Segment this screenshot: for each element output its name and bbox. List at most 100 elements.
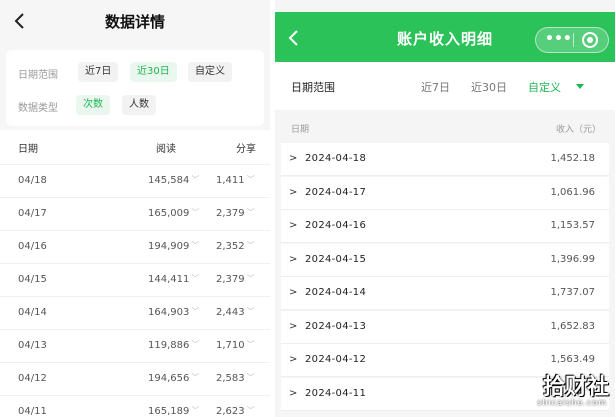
data-detail-panel: 数据详情 日期范围 近7日 近30日 自定义 数据类型 次数 人数 日期 阅读 … <box>0 0 270 417</box>
chevron-down-icon: ﹀ <box>191 241 200 250</box>
chevron-down-icon: ﹀ <box>191 406 200 415</box>
right-header: 账户收入明细 ••• <box>275 12 615 62</box>
watermark-url: shicaishe.com <box>537 398 607 407</box>
read-value: 194,909 <box>148 241 190 252</box>
table-row[interactable]: 04/14 164,903 ﹀ 2,443 ﹀ <box>0 296 270 329</box>
row-read: 145,584 ﹀ <box>148 175 199 186</box>
share-value: 2,379 <box>216 208 245 219</box>
date-range-label: 日期范围 <box>18 70 58 81</box>
chevron-right-icon: > <box>289 354 298 365</box>
row-read: 164,903 ﹀ <box>148 307 199 318</box>
left-header: 数据详情 <box>0 0 270 44</box>
chip-people[interactable]: 人数 <box>122 95 156 115</box>
chevron-down-icon: ﹀ <box>191 175 200 184</box>
table-row[interactable]: 04/15 144,411 ﹀ 2,379 ﹀ <box>0 263 270 296</box>
row-date: 2024-04-14 <box>305 287 367 298</box>
row-date: 04/12 <box>18 373 47 384</box>
chevron-down-icon: ﹀ <box>246 406 255 415</box>
chip-custom[interactable]: 自定义 <box>188 62 232 82</box>
row-share: 2,352 ﹀ <box>216 241 255 252</box>
row-date: 04/17 <box>18 208 47 219</box>
row-amount: 1,737.07 <box>550 287 595 298</box>
row-read: 119,886 ﹀ <box>148 340 199 351</box>
row-share: 2,379 ﹀ <box>216 274 255 285</box>
row-date: 04/16 <box>18 241 47 252</box>
chevron-right-icon: > <box>289 220 298 231</box>
col-date: 日期 <box>291 125 310 135</box>
row-share: 2,623 ﹀ <box>216 406 255 417</box>
list-item[interactable]: >2024-04-13 1,652.83 <box>281 311 609 344</box>
chevron-down-icon: ﹀ <box>191 307 200 316</box>
row-date: 04/11 <box>18 406 47 417</box>
share-value: 2,623 <box>216 406 245 417</box>
col-share: 分享 <box>236 144 256 155</box>
chevron-down-icon: ﹀ <box>191 340 200 349</box>
mini-program-capsule: ••• <box>535 27 609 53</box>
row-date: 2024-04-11 <box>305 388 367 399</box>
left-filter-area: 日期范围 近7日 近30日 自定义 数据类型 次数 人数 <box>0 44 270 130</box>
row-date: 2024-04-13 <box>305 321 367 332</box>
row-date: 04/15 <box>18 274 47 285</box>
capsule-divider <box>573 33 574 47</box>
row-date: 04/14 <box>18 307 47 318</box>
read-value: 165,189 <box>148 406 190 417</box>
table-row[interactable]: 04/13 119,886 ﹀ 1,710 ﹀ <box>0 329 270 362</box>
chevron-down-icon: ﹀ <box>246 175 255 184</box>
chip-30-days[interactable]: 近30日 <box>130 62 177 82</box>
chevron-right-icon: > <box>289 321 298 332</box>
col-date: 日期 <box>18 144 38 155</box>
right-filter-bar: 日期范围 近7日 近30日 自定义 <box>275 62 615 110</box>
table-row[interactable]: 04/18 145,584 ﹀ 1,411 ﹀ <box>0 164 270 197</box>
table-row[interactable]: 04/11 165,189 ﹀ 2,623 ﹀ <box>0 395 270 417</box>
list-item[interactable]: >2024-04-17 1,061.96 <box>281 177 609 210</box>
chevron-down-icon: ﹀ <box>191 208 200 217</box>
chevron-right-icon: > <box>289 187 298 198</box>
table-row[interactable]: 04/16 194,909 ﹀ 2,352 ﹀ <box>0 230 270 263</box>
row-share: 2,379 ﹀ <box>216 208 255 219</box>
chip-7-days[interactable]: 近7日 <box>78 62 119 82</box>
row-amount: 1,452.18 <box>550 153 595 164</box>
share-value: 2,379 <box>216 274 245 285</box>
read-value: 144,411 <box>148 274 190 285</box>
option-30-days[interactable]: 近30日 <box>471 79 507 95</box>
share-value: 2,583 <box>216 373 245 384</box>
list-item[interactable]: >2024-04-14 1,737.07 <box>281 277 609 310</box>
list-item[interactable]: >2024-04-18 1,452.18 <box>281 143 609 176</box>
read-value: 119,886 <box>148 340 190 351</box>
dropdown-triangle-icon[interactable] <box>576 84 584 89</box>
share-value: 1,411 <box>216 175 245 186</box>
date-range-label: 日期范围 <box>291 81 335 94</box>
row-read: 194,909 ﹀ <box>148 241 199 252</box>
read-value: 145,584 <box>148 175 190 186</box>
chevron-down-icon: ﹀ <box>246 241 255 250</box>
row-amount: 1,563.49 <box>550 354 595 365</box>
target-close-icon[interactable] <box>582 32 598 48</box>
option-7-days[interactable]: 近7日 <box>421 79 450 95</box>
list-item[interactable]: >2024-04-15 1,396.99 <box>281 244 609 277</box>
read-value: 165,009 <box>148 208 190 219</box>
income-detail-panel: 账户收入明细 ••• 日期范围 近7日 近30日 自定义 日期 收入（元） >2… <box>275 0 615 417</box>
row-amount: 1,652.83 <box>550 321 595 332</box>
row-date: 2024-04-16 <box>305 220 367 231</box>
chevron-right-icon: > <box>289 287 298 298</box>
share-value: 2,443 <box>216 307 245 318</box>
table-row[interactable]: 04/17 165,009 ﹀ 2,379 ﹀ <box>0 197 270 230</box>
option-custom[interactable]: 自定义 <box>528 79 561 95</box>
row-date: 04/13 <box>18 340 47 351</box>
col-read: 阅读 <box>156 144 176 155</box>
chevron-right-icon: > <box>289 388 298 399</box>
row-read: 144,411 ﹀ <box>148 274 199 285</box>
table-header: 日期 阅读 分享 <box>0 130 270 164</box>
chevron-down-icon: ﹀ <box>191 274 200 283</box>
share-value: 2,352 <box>216 241 245 252</box>
data-type-label: 数据类型 <box>18 103 58 114</box>
more-dots-icon[interactable]: ••• <box>545 31 572 47</box>
row-read: 165,009 ﹀ <box>148 208 199 219</box>
chevron-right-icon: > <box>289 153 298 164</box>
table-row[interactable]: 04/12 194,656 ﹀ 2,583 ﹀ <box>0 362 270 395</box>
chip-count[interactable]: 次数 <box>76 95 110 115</box>
list-item[interactable]: >2024-04-16 1,153.57 <box>281 210 609 243</box>
row-read: 165,189 ﹀ <box>148 406 199 417</box>
chevron-down-icon: ﹀ <box>246 307 255 316</box>
col-income: 收入（元） <box>555 125 601 135</box>
